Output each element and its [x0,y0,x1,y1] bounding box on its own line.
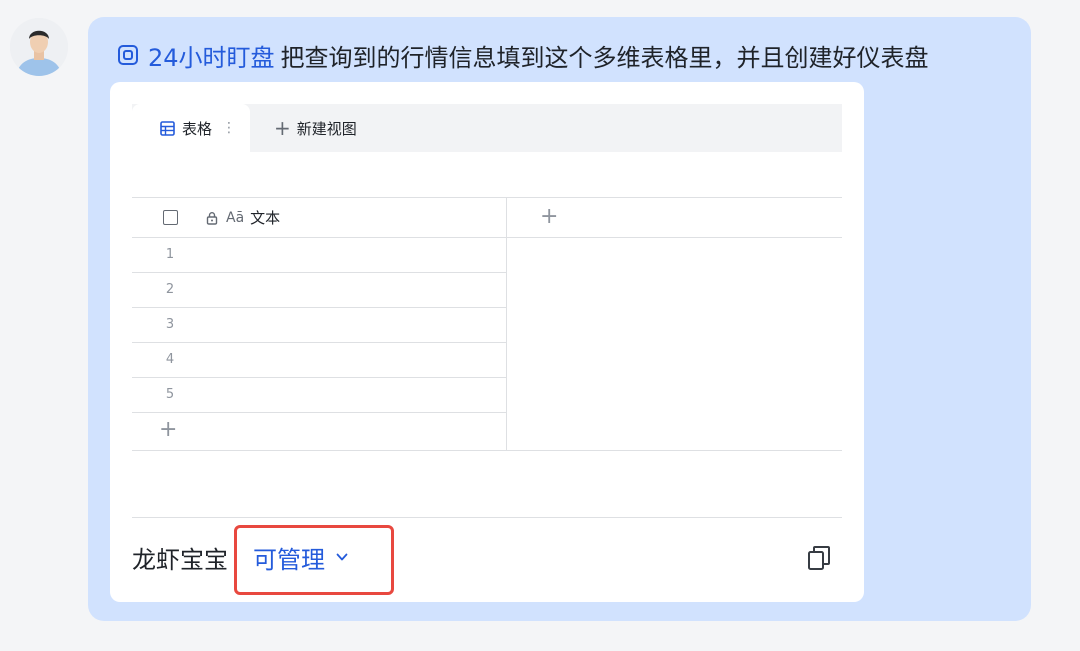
row-number: 4 [165,352,175,367]
add-row-button[interactable]: + [132,413,842,451]
row-number: 2 [165,282,175,297]
tab-table-view[interactable]: 表格 ⋮ [132,104,250,152]
bitable-card[interactable]: 表格 ⋮ + 新建视图 Aā 文本 + 1 2 3 4 5 + 龙虾宝宝 可管理 [110,82,864,602]
new-view-button[interactable]: + 新建视图 [274,104,357,152]
data-grid: Aā 文本 + 1 2 3 4 5 + [132,197,842,451]
chevron-down-icon [335,550,349,564]
row-number: 3 [165,317,175,332]
view-tab-bar: 表格 ⋮ + 新建视图 [132,104,842,152]
user-avatar[interactable] [10,18,68,76]
plus-icon: + [274,116,291,140]
bot-icon [117,44,139,66]
text-field-type-icon: Aā [226,209,245,226]
new-view-label: 新建视图 [296,119,357,138]
tab-label: 表格 [182,119,213,138]
owner-name: 龙虾宝宝 [132,546,228,574]
field-header-text[interactable]: Aā 文本 [205,198,280,237]
message-body: 把查询到的行情信息填到这个多维表格里，并且创建好仪表盘 [280,43,929,72]
field-name: 文本 [250,209,281,227]
bot-mention-link[interactable]: 24小时盯盘 [148,38,275,73]
add-row-icon: + [159,417,178,442]
message-text: 24小时盯盘 把查询到的行情信息填到这个多维表格里，并且创建好仪表盘 [117,38,929,72]
add-field-icon[interactable]: + [540,204,558,230]
table-row[interactable]: 2 [132,272,506,308]
table-row[interactable]: 1 [132,237,506,273]
permission-label: 可管理 [253,545,325,574]
table-row[interactable]: 5 [132,377,506,413]
grid-header-row: Aā 文本 + [132,198,842,238]
select-all-checkbox[interactable] [163,210,178,225]
table-icon [160,120,175,136]
row-number: 1 [165,247,175,262]
lock-icon [205,211,219,225]
row-number: 5 [165,387,175,402]
copy-icon[interactable] [807,545,831,571]
footer-divider [132,517,842,518]
table-row[interactable]: 3 [132,307,506,343]
permission-dropdown[interactable]: 可管理 [253,540,349,574]
more-vertical-icon[interactable]: ⋮ [222,120,236,136]
table-row[interactable]: 4 [132,342,506,378]
